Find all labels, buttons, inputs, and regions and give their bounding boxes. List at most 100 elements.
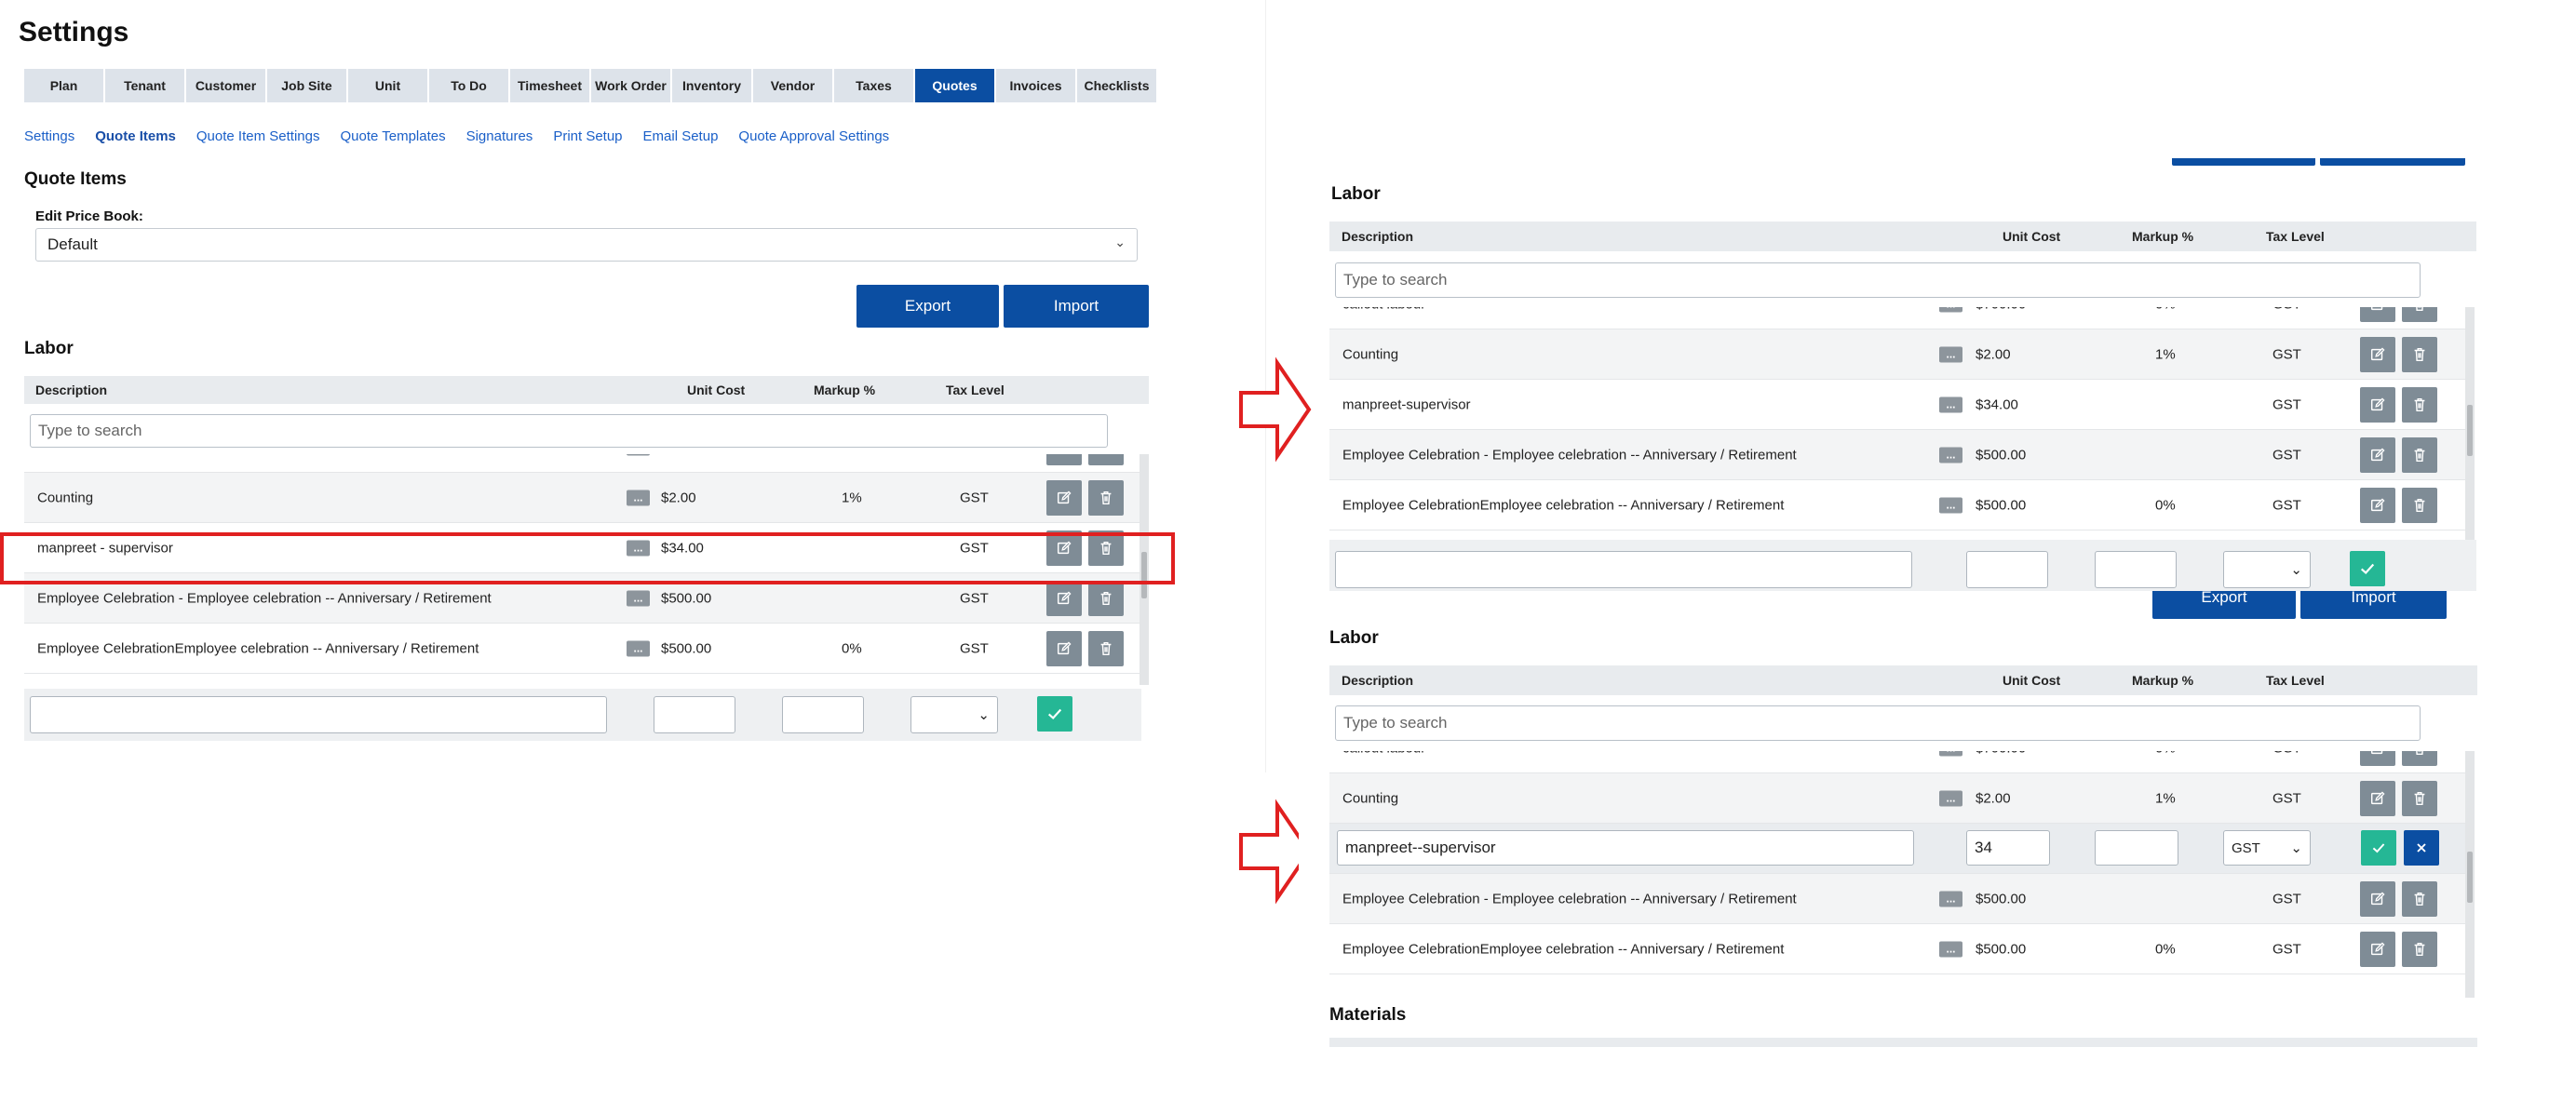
import-button[interactable]: Import xyxy=(2300,591,2447,619)
scrollbar-thumb[interactable] xyxy=(2467,852,2473,903)
edit-button[interactable] xyxy=(1046,454,1082,465)
delete-button[interactable] xyxy=(2402,487,2437,523)
subnav-email-setup[interactable]: Email Setup xyxy=(643,128,719,144)
delete-button[interactable] xyxy=(2402,780,2437,816)
more-options-button[interactable]: ... xyxy=(1939,941,1962,957)
delete-button[interactable] xyxy=(2402,436,2437,473)
tab-job-site[interactable]: Job Site xyxy=(267,69,346,102)
labor-search-input[interactable]: Type to search xyxy=(1335,705,2421,741)
edit-tax-select[interactable]: GST ⌄ xyxy=(2223,830,2311,866)
delete-button[interactable] xyxy=(2402,751,2437,766)
tab-vendor[interactable]: Vendor xyxy=(753,69,832,102)
delete-button[interactable] xyxy=(1088,580,1124,616)
more-options-button[interactable]: ... xyxy=(1939,497,1962,513)
subnav-quote-items[interactable]: Quote Items xyxy=(95,128,176,144)
more-options-button[interactable]: ... xyxy=(627,490,650,505)
row-description: Counting xyxy=(1342,790,1399,806)
new-tax-select[interactable]: ⌄ xyxy=(2223,551,2311,588)
scrollbar-thumb[interactable] xyxy=(2467,405,2473,456)
delete-button[interactable] xyxy=(1088,454,1124,465)
new-description-input[interactable] xyxy=(30,696,607,733)
delete-button[interactable] xyxy=(2402,880,2437,917)
import-button[interactable] xyxy=(2320,158,2465,166)
more-options-button[interactable]: ... xyxy=(1939,447,1962,463)
subnav-quote-item-settings[interactable]: Quote Item Settings xyxy=(196,128,320,144)
tab-plan[interactable]: Plan xyxy=(24,69,103,102)
labor-scrollbar[interactable] xyxy=(2465,307,2475,540)
export-button[interactable]: Export xyxy=(2152,591,2296,619)
more-options-button[interactable]: ... xyxy=(627,590,650,606)
delete-button[interactable] xyxy=(1088,479,1124,516)
save-row-button[interactable] xyxy=(2361,830,2396,866)
add-item-button[interactable] xyxy=(2350,551,2385,586)
delete-button[interactable] xyxy=(2402,386,2437,423)
subnav-print-setup[interactable]: Print Setup xyxy=(553,128,622,144)
more-options-button[interactable]: ... xyxy=(1939,396,1962,412)
edit-button[interactable] xyxy=(2360,780,2395,816)
edit-markup-input[interactable] xyxy=(2095,830,2178,866)
edit-button[interactable] xyxy=(1046,580,1082,616)
row-unit-cost: $2.00 xyxy=(1976,790,2011,806)
tab-timesheet[interactable]: Timesheet xyxy=(510,69,589,102)
new-description-input[interactable] xyxy=(1335,551,1912,588)
edit-button[interactable] xyxy=(1046,479,1082,516)
subnav-settings[interactable]: Settings xyxy=(24,128,74,144)
new-tax-select[interactable]: ⌄ xyxy=(910,696,998,733)
labor-search-input[interactable]: Type to search xyxy=(30,414,1108,448)
edit-description-input[interactable]: manpreet--supervisor xyxy=(1337,830,1914,866)
new-markup-input[interactable] xyxy=(2095,551,2177,588)
more-options-button[interactable]: ... xyxy=(1939,346,1962,362)
subnav-signatures[interactable]: Signatures xyxy=(466,128,533,144)
tab-work-order[interactable]: Work Order xyxy=(591,69,670,102)
import-button[interactable]: Import xyxy=(1004,285,1149,328)
edit-button[interactable] xyxy=(2360,931,2395,967)
edit-button[interactable] xyxy=(2360,751,2395,766)
new-markup-input[interactable] xyxy=(782,696,864,733)
tab-taxes[interactable]: Taxes xyxy=(834,69,913,102)
more-options-button[interactable]: ... xyxy=(1939,307,1962,312)
tab-unit[interactable]: Unit xyxy=(348,69,427,102)
row-tax-level: GST xyxy=(2273,307,2301,312)
new-unit-cost-input[interactable] xyxy=(1966,551,2048,588)
labor-rows-viewport: callout labour...$700.000%GSTCounting...… xyxy=(1329,751,2465,998)
tab-invoices[interactable]: Invoices xyxy=(996,69,1075,102)
new-unit-cost-input[interactable] xyxy=(654,696,735,733)
more-options-button[interactable]: ... xyxy=(627,640,650,656)
labor-search-input[interactable]: Type to search xyxy=(1335,262,2421,298)
export-button[interactable] xyxy=(2172,158,2315,166)
trash-icon xyxy=(2414,397,2425,411)
subnav-quote-templates[interactable]: Quote Templates xyxy=(340,128,445,144)
edit-button[interactable] xyxy=(2360,307,2395,322)
edit-button[interactable] xyxy=(2360,487,2395,523)
edit-button[interactable] xyxy=(2360,880,2395,917)
tab-customer[interactable]: Customer xyxy=(186,69,265,102)
export-button[interactable]: Export xyxy=(856,285,999,328)
tab-tenant[interactable]: Tenant xyxy=(105,69,184,102)
more-options-button[interactable]: ... xyxy=(1939,751,1962,756)
delete-button[interactable] xyxy=(1088,630,1124,666)
delete-button[interactable] xyxy=(2402,931,2437,967)
row-markup: 0% xyxy=(2155,307,2176,312)
more-options-button[interactable]: ... xyxy=(1939,790,1962,806)
edit-button[interactable] xyxy=(1046,630,1082,666)
tab-quotes[interactable]: Quotes xyxy=(915,69,994,102)
delete-button[interactable] xyxy=(2402,307,2437,322)
tab-inventory[interactable]: Inventory xyxy=(672,69,751,102)
labor-scrollbar[interactable] xyxy=(2465,751,2475,998)
tab-to-do[interactable]: To Do xyxy=(429,69,508,102)
add-item-button[interactable] xyxy=(1037,696,1072,732)
edit-unit-cost-input[interactable]: 34 xyxy=(1966,830,2050,866)
edit-button[interactable] xyxy=(2360,336,2395,372)
col-markup: Markup % xyxy=(814,383,876,397)
delete-button[interactable] xyxy=(2402,336,2437,372)
price-book-select[interactable]: Default ⌄ xyxy=(35,228,1138,262)
more-options-button[interactable]: ... xyxy=(627,454,650,455)
cancel-edit-button[interactable] xyxy=(2404,830,2439,866)
edit-button[interactable] xyxy=(2360,436,2395,473)
edit-icon xyxy=(2370,346,2385,360)
subnav-quote-approval-settings[interactable]: Quote Approval Settings xyxy=(738,128,889,144)
edit-button[interactable] xyxy=(2360,386,2395,423)
check-icon xyxy=(2360,563,2375,575)
tab-checklists[interactable]: Checklists xyxy=(1077,69,1156,102)
more-options-button[interactable]: ... xyxy=(1939,891,1962,906)
